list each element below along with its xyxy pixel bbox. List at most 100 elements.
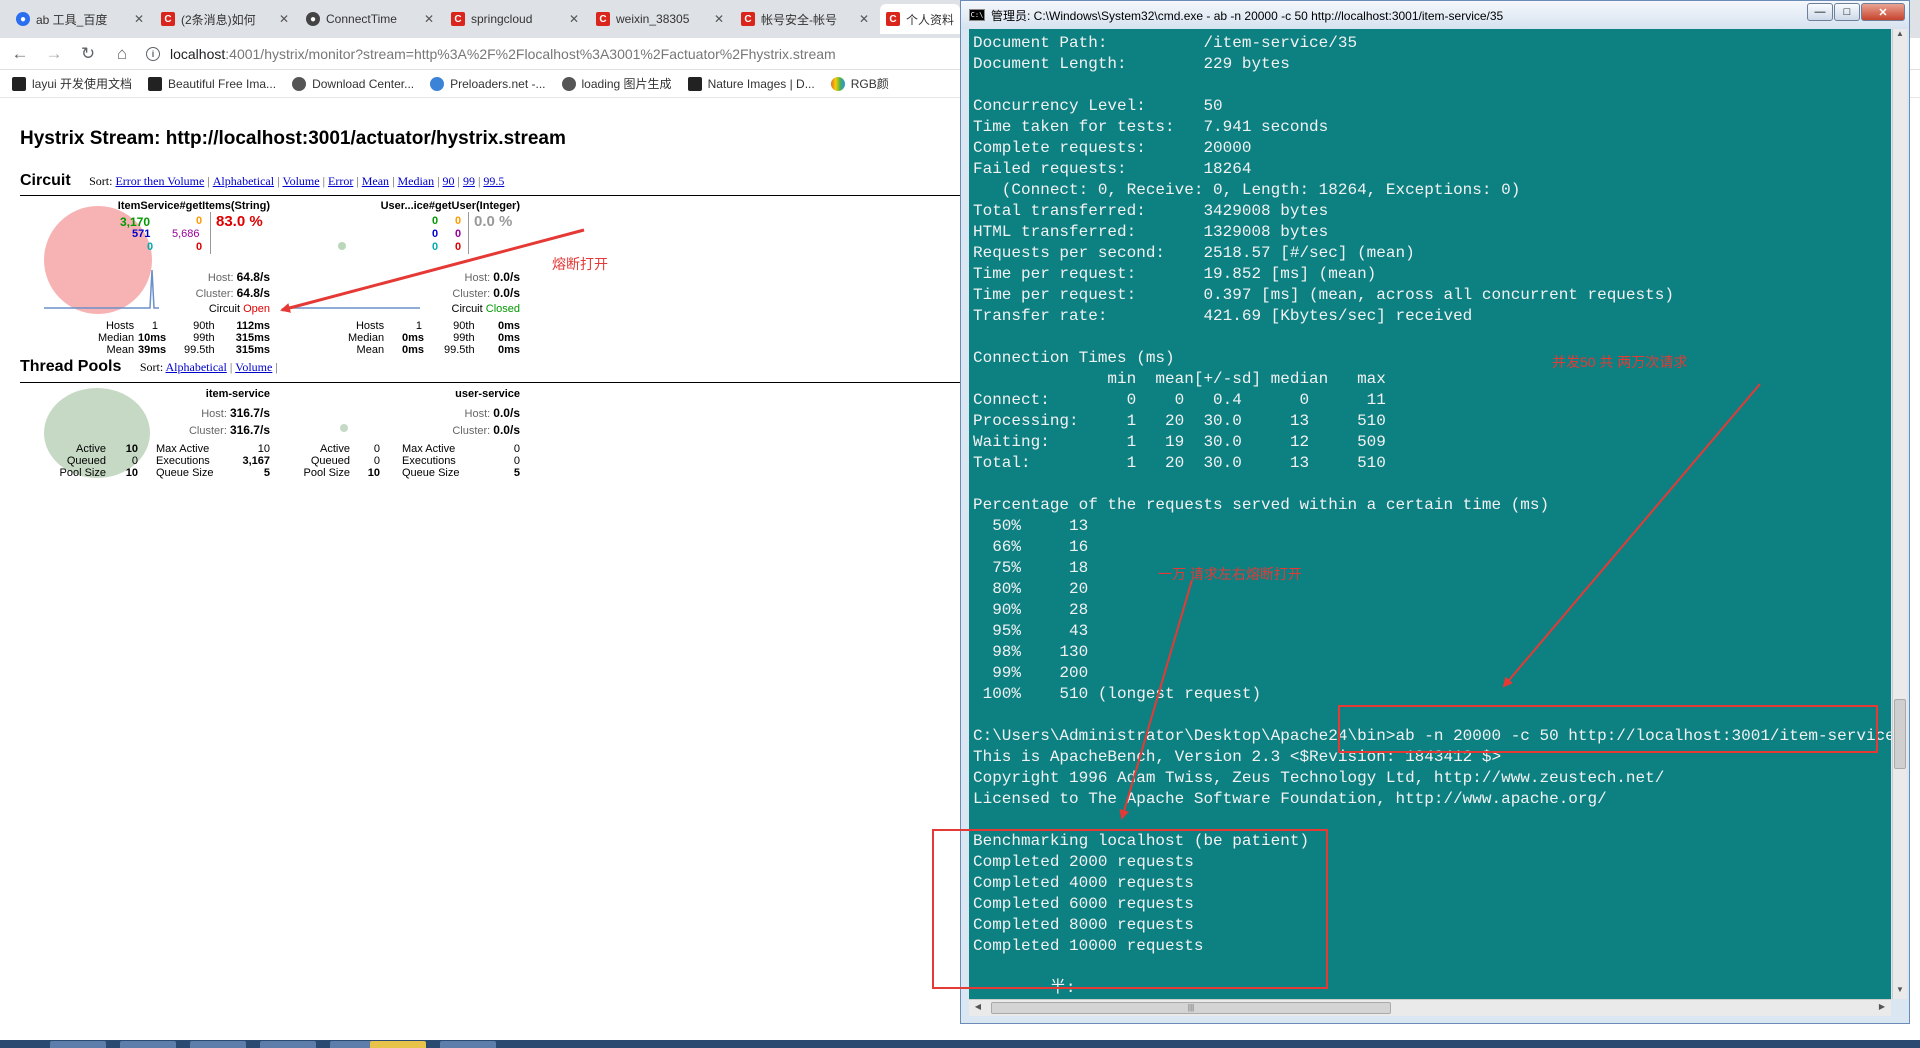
circuit-monitor-user-service: User...ice#getUser(Integer) 0 0 0 0 0 0 … [270, 198, 520, 368]
bookmark-item[interactable]: Preloaders.net -... [430, 76, 546, 91]
bookmark-item[interactable]: RGB颜 [830, 75, 889, 92]
close-icon[interactable]: ✕ [857, 12, 871, 26]
horizontal-scrollbar[interactable]: ◀ ||| ▶ [969, 999, 1891, 1016]
bookmark-label: layui 开发使用文档 [32, 77, 133, 91]
sort-99-5[interactable]: 99.5 [483, 174, 504, 188]
tab-title: weixin_38305 [616, 12, 690, 26]
close-icon[interactable]: ✕ [132, 12, 146, 26]
scroll-down-icon[interactable]: ▼ [1893, 985, 1907, 999]
host-rate: Host: 0.0/s [464, 270, 520, 284]
host-rate: Host: 64.8/s [207, 270, 270, 284]
scroll-up-icon[interactable]: ▲ [1893, 29, 1907, 43]
info-icon[interactable]: i [146, 46, 160, 61]
tab-3[interactable]: C springcloud ✕ [445, 4, 587, 34]
divider [20, 382, 960, 383]
taskbar-item[interactable] [190, 1041, 246, 1048]
tab-0[interactable]: ● ab 工具_百度 ✕ [10, 4, 152, 34]
sort-99[interactable]: 99 [463, 174, 475, 188]
highlight-box-progress [932, 829, 1328, 989]
sort-median[interactable]: Median [397, 174, 434, 188]
highlight-box-command [1338, 705, 1878, 753]
forward-arrow-icon[interactable]: → [40, 40, 68, 68]
reload-icon[interactable]: ↻ [74, 40, 102, 68]
cmd-title-bar[interactable]: C:\ 管理员: C:\Windows\System32\cmd.exe - a… [961, 1, 1909, 29]
divider [210, 212, 211, 254]
taskbar-item[interactable] [260, 1041, 316, 1048]
taskbar-item[interactable] [50, 1041, 106, 1048]
tab-title: 个人资料 [906, 12, 954, 27]
tab-title: 帐号安全-帐号 [761, 12, 837, 27]
sort-label: Sort: [89, 174, 113, 188]
sort-alphabetical[interactable]: Alphabetical [166, 360, 227, 374]
close-button[interactable]: ✕ [1861, 3, 1905, 21]
csdn-icon: C [451, 12, 465, 26]
maximize-button[interactable]: □ [1834, 3, 1860, 21]
scroll-thumb[interactable] [1894, 699, 1906, 769]
sort-mean[interactable]: Mean [362, 174, 389, 188]
tab-4[interactable]: C weixin_38305 ✕ [590, 4, 732, 34]
rejected-count: 5,686 [172, 228, 200, 240]
taskbar-item[interactable] [440, 1041, 496, 1048]
bookmark-item[interactable]: Download Center... [292, 76, 415, 91]
home-icon[interactable]: ⌂ [108, 40, 136, 68]
thread-pools-section-header: Thread Pools Sort: Alphabetical | Volume | [20, 358, 960, 378]
taskbar-item[interactable] [120, 1041, 176, 1048]
pool-stat-labels: Max Active Executions Queue Size [402, 443, 460, 479]
latency-labels: Hosts Median Mean [348, 320, 385, 356]
sort-error[interactable]: Error [328, 174, 353, 188]
screen: ● ab 工具_百度 ✕ C (2条消息)如何 ✕ ● ConnectTime … [0, 0, 1920, 1048]
close-icon[interactable]: ✕ [567, 12, 581, 26]
tab-1[interactable]: C (2条消息)如何 ✕ [155, 4, 297, 34]
scroll-right-icon[interactable]: ▶ [1875, 1002, 1889, 1011]
error-percentage: 0.0 % [474, 213, 513, 230]
scroll-left-icon[interactable]: ◀ [971, 1002, 985, 1011]
circuit-status: Circuit Closed [451, 303, 520, 315]
latency-values: 1 0ms 0ms [402, 320, 425, 356]
back-arrow-icon[interactable]: ← [6, 40, 34, 68]
health-circle [338, 242, 346, 250]
sort-alphabetical[interactable]: Alphabetical [213, 174, 274, 188]
percentile-values: 112ms 315ms 315ms [235, 320, 270, 356]
short-circuited-count: 571 [132, 228, 151, 240]
bookmark-item[interactable]: layui 开发使用文档 [12, 75, 132, 92]
cluster-rate: Cluster: 0.0/s [452, 423, 520, 437]
bookmark-item[interactable]: loading 图片生成 [561, 75, 672, 92]
tab-title: springcloud [471, 12, 533, 26]
pool-stat-values: 10 3,167 5 [242, 443, 270, 479]
error-percentage: 83.0 % [216, 213, 263, 230]
close-icon[interactable]: ✕ [712, 12, 726, 26]
percentile-labels: 90th 99th 99.5th [444, 320, 475, 356]
address-bar[interactable]: i localhost:4001/hystrix/monitor?stream=… [146, 46, 836, 62]
bookmark-label: loading 图片生成 [581, 77, 672, 91]
hystrix-dashboard: Hystrix Stream: http://localhost:3001/ac… [0, 98, 960, 1048]
minimize-button[interactable]: — [1807, 3, 1833, 21]
percentile-labels: 90th 99th 99.5th [184, 320, 215, 356]
close-icon[interactable]: ✕ [277, 12, 291, 26]
success-count: 3,170 [120, 215, 151, 229]
bookmark-label: Download Center... [312, 76, 415, 91]
csdn-icon: C [596, 12, 610, 26]
bookmark-item[interactable]: Beautiful Free Ima... [148, 76, 276, 91]
annotation-concurrency: 并发50 共 两万次请求 [1552, 354, 1688, 370]
cmd-title: 管理员: C:\Windows\System32\cmd.exe - ab -n… [991, 8, 1504, 23]
host-rate: Host: 316.7/s [201, 406, 270, 420]
thread-pool-item-service: item-service Host: 316.7/s Cluster: 316.… [20, 386, 270, 486]
pool-values: 0 0 10 [367, 443, 380, 479]
tab-6[interactable]: C 个人资料 [880, 4, 960, 34]
sort-volume[interactable]: Volume [282, 174, 319, 188]
taskbar-item[interactable] [370, 1041, 426, 1048]
tab-5[interactable]: C 帐号安全-帐号 ✕ [735, 4, 877, 34]
scroll-thumb[interactable]: ||| [991, 1002, 1391, 1014]
sort-error-then-volume[interactable]: Error then Volume [115, 174, 204, 188]
github-icon: ● [306, 12, 320, 26]
sort-90[interactable]: 90 [443, 174, 455, 188]
tab-2[interactable]: ● ConnectTime ✕ [300, 4, 442, 34]
pool-labels: Active Queued Pool Size [59, 443, 106, 479]
timeout-count: 0 [455, 215, 462, 227]
cluster-rate: Cluster: 0.0/s [452, 286, 520, 300]
vertical-scrollbar[interactable]: ▲ ▼ [1892, 29, 1907, 999]
sort-bar: Sort: Alphabetical | Volume | [139, 360, 278, 374]
close-icon[interactable]: ✕ [422, 12, 436, 26]
sort-volume[interactable]: Volume [235, 360, 272, 374]
bookmark-item[interactable]: Nature Images | D... [687, 76, 815, 91]
